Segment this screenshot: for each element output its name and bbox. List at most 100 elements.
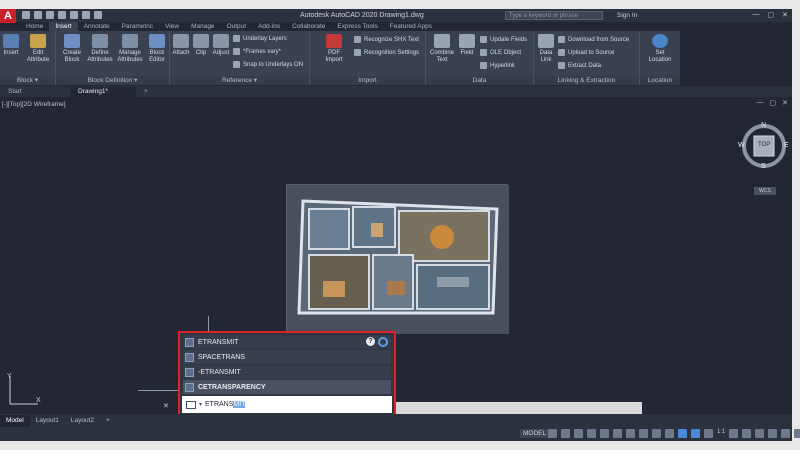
quick-properties-icon[interactable] <box>768 429 778 438</box>
panel-title-reference[interactable]: Reference ▾ <box>170 76 309 85</box>
new-tab-button[interactable]: + <box>136 87 156 97</box>
command-line-input[interactable]: ▾ ETRANSMIT <box>182 396 392 413</box>
redo-icon[interactable] <box>94 11 102 19</box>
edit-attribute-button[interactable]: Edit Attribute <box>22 34 54 64</box>
ole-object-button[interactable]: OLE Object <box>480 49 521 56</box>
tab-layout1[interactable]: Layout1 <box>30 415 65 427</box>
open-icon[interactable] <box>34 11 42 19</box>
frames-dropdown[interactable]: *Frames vary* <box>233 48 281 55</box>
tab-express-tools[interactable]: Express Tools <box>331 22 383 31</box>
tab-start[interactable]: Start <box>0 87 70 97</box>
viewport-minimize-icon[interactable]: — <box>757 99 764 107</box>
help-icon[interactable]: ? <box>366 337 375 346</box>
floor-plan-image[interactable] <box>286 184 509 334</box>
search-internet-icon[interactable] <box>378 337 388 347</box>
polar-icon[interactable] <box>587 429 596 438</box>
viewcube-north[interactable]: N <box>761 122 766 129</box>
attach-button[interactable]: Attach <box>171 34 191 57</box>
ortho-icon[interactable] <box>574 429 583 438</box>
osnap-icon[interactable] <box>600 429 609 438</box>
close-icon[interactable]: ✕ <box>782 11 788 19</box>
define-attributes-button[interactable]: Define Attributes <box>86 34 114 64</box>
sign-in-button[interactable]: Sign In <box>617 12 637 19</box>
annotation-visibility-icon[interactable] <box>678 429 687 438</box>
undo-icon[interactable] <box>82 11 90 19</box>
tab-insert[interactable]: Insert <box>49 22 78 31</box>
tab-model[interactable]: Model <box>0 414 30 427</box>
tab-parametric[interactable]: Parametric <box>116 22 159 31</box>
panel-title-block-definition[interactable]: Block Definition ▾ <box>56 76 169 85</box>
set-location-button[interactable]: Set Location <box>644 34 676 64</box>
insert-button[interactable]: Insert <box>1 34 21 57</box>
field-button[interactable]: Field <box>458 34 476 57</box>
recognition-settings-button[interactable]: Recognition Settings <box>354 49 419 56</box>
combine-text-button[interactable]: Combine Text <box>428 34 456 64</box>
snap-underlays-dropdown[interactable]: Snap to Underlays ON <box>233 61 303 68</box>
viewport-restore-icon[interactable]: ▢ <box>770 99 777 107</box>
tab-manage[interactable]: Manage <box>185 22 221 31</box>
minimize-icon[interactable]: — <box>753 11 760 19</box>
autocad-logo[interactable]: A <box>0 9 16 23</box>
tab-view[interactable]: View <box>159 22 185 31</box>
hyperlink-button[interactable]: Hyperlink <box>480 62 515 69</box>
tab-collaborate[interactable]: Collaborate <box>286 22 331 31</box>
underlay-layers-button[interactable]: Underlay Layers <box>233 35 287 42</box>
viewcube-top-label[interactable]: TOP <box>758 142 770 148</box>
viewport-controls-label[interactable]: [-][Top][2D Wireframe] <box>2 101 66 108</box>
auto-scale-icon[interactable] <box>691 429 700 438</box>
manage-attributes-button[interactable]: Manage Attributes <box>116 34 144 64</box>
view-cube[interactable]: TOP N S E W <box>738 120 790 172</box>
workspace-gear-icon[interactable] <box>729 429 739 438</box>
tab-featured-apps[interactable]: Featured Apps <box>384 22 438 31</box>
suggestion-etransmit-dash[interactable]: -ETRANSMIT <box>183 365 391 379</box>
3d-osnap-icon[interactable] <box>665 429 674 438</box>
isolate-objects-icon[interactable] <box>781 429 791 438</box>
download-source-button[interactable]: Download from Source <box>558 36 629 43</box>
add-layout-button[interactable]: + <box>100 415 116 427</box>
tab-annotate[interactable]: Annotate <box>78 22 116 31</box>
search-input[interactable]: Type a keyword or phrase <box>505 11 603 20</box>
suggestion-cetransparency[interactable]: CETRANSPARENCY <box>183 380 391 394</box>
panel-title-block[interactable]: Block ▾ <box>0 76 55 85</box>
adjust-button[interactable]: Adjust <box>211 34 231 57</box>
grid-icon[interactable] <box>548 429 557 438</box>
recognize-shx-button[interactable]: Recognize SHX Text <box>354 36 419 43</box>
maximize-icon[interactable]: ▢ <box>768 11 775 19</box>
tab-drawing1[interactable]: Drawing1* <box>70 87 136 97</box>
annotation-monitor-icon[interactable] <box>742 429 752 438</box>
lineweight-icon[interactable] <box>626 429 635 438</box>
hardware-acceleration-icon[interactable] <box>794 429 800 438</box>
units-icon[interactable] <box>755 429 765 438</box>
print-icon[interactable] <box>70 11 78 19</box>
viewcube-west[interactable]: W <box>738 142 745 149</box>
tab-home[interactable]: Home <box>20 22 49 31</box>
model-space-toggle[interactable]: MODEL <box>520 429 550 438</box>
annotation-scale-icon[interactable] <box>704 429 713 438</box>
viewcube-south[interactable]: S <box>761 163 766 170</box>
scale-readout[interactable]: 1:1 <box>717 429 725 438</box>
data-link-button[interactable]: Data Link <box>536 34 556 64</box>
viewport-close-icon[interactable]: ✕ <box>782 99 788 107</box>
update-fields-button[interactable]: Update Fields <box>480 36 527 43</box>
suggestion-etransmit[interactable]: ETRANSMIT ? <box>183 335 391 349</box>
block-editor-button[interactable]: Block Editor <box>146 34 168 64</box>
dropdown-caret-icon[interactable]: ▾ <box>199 401 202 408</box>
selection-cycling-icon[interactable] <box>652 429 661 438</box>
viewcube-east[interactable]: E <box>784 142 789 149</box>
pdf-import-button[interactable]: PDF Import <box>320 34 348 64</box>
command-prompt-icon[interactable] <box>186 400 196 409</box>
new-icon[interactable] <box>22 11 30 19</box>
upload-source-button[interactable]: Upload to Source <box>558 49 614 56</box>
wcs-menu[interactable]: WCS <box>754 187 776 195</box>
save-icon[interactable] <box>46 11 54 19</box>
tab-layout2[interactable]: Layout2 <box>65 415 100 427</box>
suggestion-spacetrans[interactable]: SPACETRANS <box>183 350 391 364</box>
extract-data-button[interactable]: Extract Data <box>558 62 601 69</box>
clip-button[interactable]: Clip <box>192 34 210 57</box>
close-command-line-icon[interactable]: ✕ <box>163 402 169 410</box>
otrack-icon[interactable] <box>613 429 622 438</box>
tab-add-ins[interactable]: Add-ins <box>252 22 286 31</box>
transparency-icon[interactable] <box>639 429 648 438</box>
tab-output[interactable]: Output <box>221 22 253 31</box>
create-block-button[interactable]: Create Block <box>60 34 84 64</box>
